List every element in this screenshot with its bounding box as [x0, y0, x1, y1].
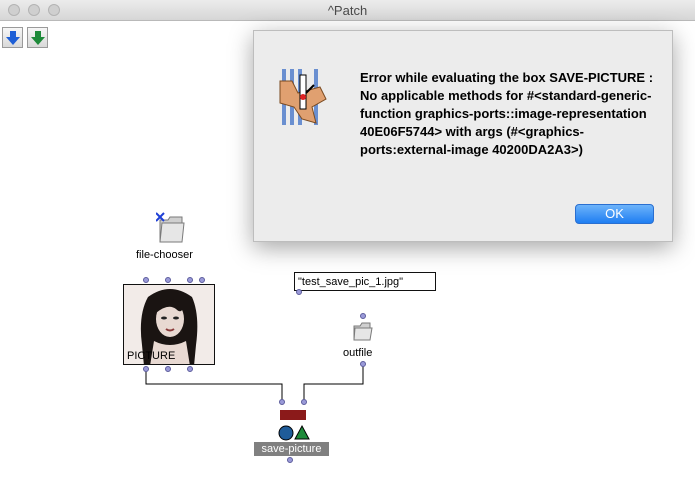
outfile-label: outfile — [343, 347, 373, 359]
inlet[interactable] — [279, 399, 285, 405]
outlet[interactable] — [296, 289, 302, 295]
folder-icon — [353, 322, 373, 341]
filename-string-box[interactable]: "test_save_pic_1.jpg" — [294, 272, 436, 291]
outlet[interactable] — [165, 277, 171, 283]
outlet[interactable] — [143, 366, 149, 372]
outfile-box[interactable] — [352, 320, 374, 347]
inlet[interactable] — [301, 399, 307, 405]
error-stop-hand-icon — [279, 69, 327, 125]
save-picture-label[interactable]: save-picture — [254, 442, 329, 456]
outlet[interactable] — [287, 457, 293, 463]
outlet[interactable] — [360, 361, 366, 367]
ok-button[interactable]: OK — [575, 204, 654, 224]
outlet[interactable] — [187, 366, 193, 372]
red-bar-icon — [280, 410, 306, 420]
outlet[interactable] — [199, 277, 205, 283]
file-chooser-label: file-chooser — [136, 249, 193, 261]
outlet[interactable] — [143, 277, 149, 283]
triangle-icon — [294, 424, 310, 440]
outlet[interactable] — [187, 277, 193, 283]
inlet[interactable] — [360, 313, 366, 319]
error-dialog: Error while evaluating the box SAVE-PICT… — [253, 30, 673, 242]
file-chooser-box[interactable] — [155, 212, 188, 249]
save-picture-icon[interactable] — [276, 409, 310, 441]
folder-icon — [155, 212, 185, 243]
outlet[interactable] — [165, 366, 171, 372]
error-message: Error while evaluating the box SAVE-PICT… — [360, 70, 654, 157]
circle-icon — [278, 425, 294, 441]
picture-box[interactable]: PICTURE — [123, 284, 215, 365]
picture-label: PICTURE — [127, 350, 176, 362]
